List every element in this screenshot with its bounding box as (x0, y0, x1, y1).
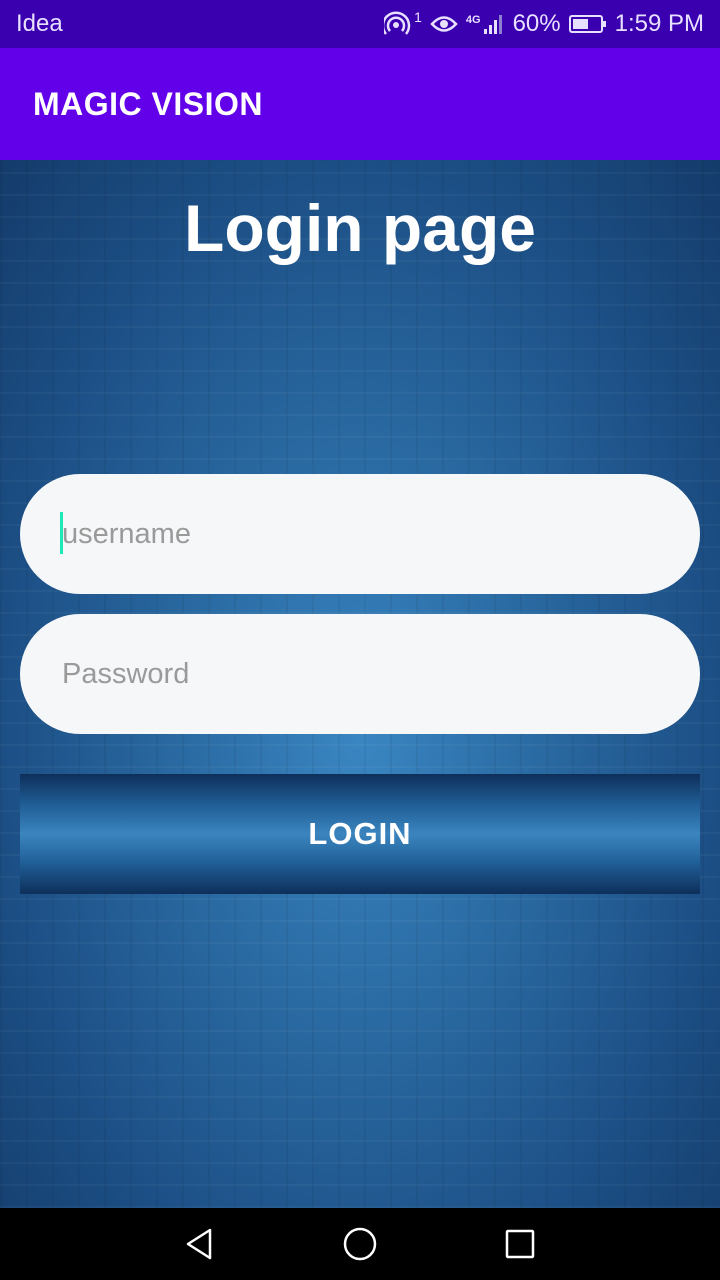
screen: Idea 1 4G 60% 1:59 PM MAGIC VISION Login… (0, 0, 720, 1280)
app-title: MAGIC VISION (33, 85, 264, 122)
text-cursor (60, 512, 63, 554)
hotspot-icon: 1 (384, 9, 422, 37)
recent-apps-icon[interactable] (502, 1226, 538, 1262)
login-button[interactable]: LOGIN (20, 774, 700, 894)
status-bar: Idea 1 4G 60% 1:59 PM (0, 0, 720, 48)
login-content: Login page LOGIN (0, 160, 720, 1208)
battery-fill (572, 19, 589, 29)
username-field-container[interactable] (20, 474, 700, 594)
battery-percent: 60% (512, 10, 561, 37)
carrier-name: Idea (16, 10, 63, 37)
hotspot-badge: 1 (414, 9, 422, 25)
clock: 1:59 PM (614, 10, 704, 37)
status-icons: 1 4G 60% 1:59 PM (384, 9, 704, 38)
app-bar: MAGIC VISION (0, 48, 720, 160)
page-title: Login page (184, 191, 536, 265)
username-input[interactable] (60, 516, 664, 552)
password-field-container[interactable] (20, 614, 700, 734)
home-icon[interactable] (342, 1226, 378, 1262)
network-type: 4G (465, 14, 481, 26)
password-input[interactable] (60, 656, 664, 692)
battery-icon (568, 15, 606, 33)
signal-icon: 4G (466, 13, 505, 35)
eye-icon (430, 13, 458, 35)
back-icon[interactable] (182, 1226, 218, 1262)
navigation-bar (0, 1208, 720, 1280)
